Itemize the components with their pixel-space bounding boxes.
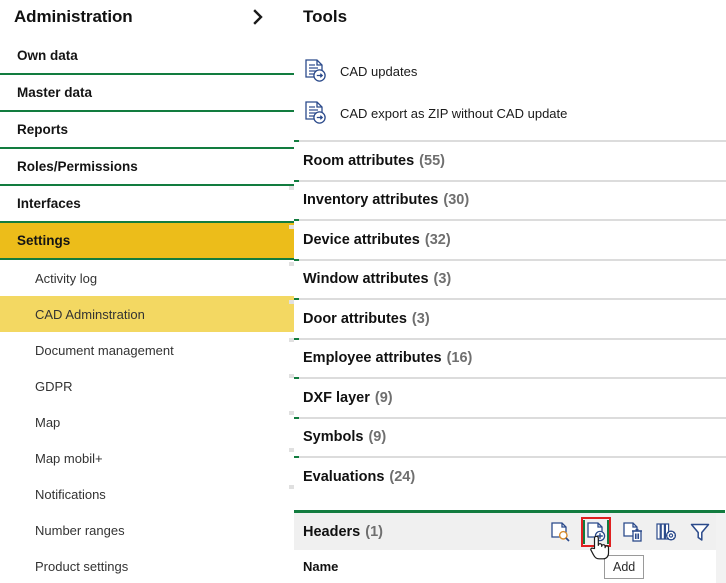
sidebar-item-label: Map mobil+ bbox=[35, 450, 103, 466]
attribute-label: Evaluations bbox=[303, 468, 385, 485]
headers-toolbar bbox=[547, 513, 725, 550]
attribute-row-window[interactable]: Window attributes (3) bbox=[294, 258, 726, 299]
column-header-name[interactable]: Name bbox=[303, 559, 338, 574]
page-title: Tools bbox=[303, 7, 348, 26]
tool-row-cad-updates[interactable]: CAD updates bbox=[294, 50, 726, 92]
document-export-icon bbox=[302, 100, 328, 126]
sidebar-item-settings[interactable]: Settings bbox=[0, 223, 294, 260]
attribute-label: Door attributes bbox=[303, 310, 407, 327]
application-window: Administration Own data Master data Repo… bbox=[0, 0, 726, 583]
sidebar-item-product-settings[interactable]: Product settings bbox=[0, 548, 294, 583]
attribute-row-inventory[interactable]: Inventory attributes (30) bbox=[294, 179, 726, 220]
sidebar-item-map[interactable]: Map bbox=[0, 404, 294, 440]
sidebar-item-number-ranges[interactable]: Number ranges bbox=[0, 512, 294, 548]
main-panel: Tools CAD updates CAD export as ZIP with… bbox=[294, 0, 726, 583]
attribute-row-room[interactable]: Room attributes (55) bbox=[294, 140, 726, 180]
sidebar-item-label: GDPR bbox=[35, 378, 73, 394]
attribute-row-evaluations[interactable]: Evaluations (24) bbox=[294, 456, 726, 496]
vertical-scrollbar[interactable] bbox=[716, 513, 726, 583]
attribute-row-employee[interactable]: Employee attributes (16) bbox=[294, 337, 726, 378]
sidebar-item-label: Reports bbox=[17, 122, 69, 137]
attribute-label: Symbols bbox=[303, 429, 364, 446]
sidebar-header: Administration bbox=[0, 0, 294, 34]
tools-list: CAD updates CAD export as ZIP without CA… bbox=[294, 34, 726, 134]
attributes-list: Room attributes (55) Inventory attribute… bbox=[294, 140, 726, 496]
sidebar-item-label: Own data bbox=[17, 48, 78, 63]
headers-section-bar: Headers (1) bbox=[294, 510, 725, 550]
sidebar-item-label: Activity log bbox=[35, 270, 98, 286]
sidebar-item-label: Document management bbox=[35, 342, 174, 358]
sidebar-item-activity-log[interactable]: Activity log bbox=[0, 260, 294, 296]
attribute-label: Device attributes bbox=[303, 231, 420, 248]
add-document-icon[interactable] bbox=[581, 516, 611, 547]
table-column-header-row: Name bbox=[294, 550, 725, 583]
sidebar: Administration Own data Master data Repo… bbox=[0, 0, 294, 583]
sidebar-item-label: Master data bbox=[17, 85, 93, 100]
attribute-label: Room attributes bbox=[303, 152, 415, 169]
attribute-row-door[interactable]: Door attributes (3) bbox=[294, 298, 726, 338]
sidebar-item-label: Notifications bbox=[35, 486, 106, 502]
sidebar-item-reports[interactable]: Reports bbox=[0, 112, 294, 149]
sidebar-item-roles-permissions[interactable]: Roles/Permissions bbox=[0, 149, 294, 186]
attribute-label: Inventory attributes bbox=[303, 192, 439, 209]
sidebar-item-label: Number ranges bbox=[35, 522, 125, 538]
sidebar-item-label: Settings bbox=[17, 233, 71, 248]
attribute-count: (16) bbox=[446, 350, 473, 367]
document-export-icon bbox=[302, 58, 328, 84]
filter-icon[interactable] bbox=[687, 519, 713, 545]
tool-label: CAD export as ZIP without CAD update bbox=[340, 105, 568, 121]
attribute-count: (9) bbox=[368, 429, 387, 446]
attribute-label: DXF layer bbox=[303, 389, 370, 406]
sidebar-title: Administration bbox=[14, 7, 133, 26]
main-header: Tools bbox=[294, 0, 726, 34]
sidebar-item-label: CAD Adminstration bbox=[35, 306, 145, 322]
attribute-row-device[interactable]: Device attributes (32) bbox=[294, 219, 726, 259]
sidebar-item-own-data[interactable]: Own data bbox=[0, 38, 294, 75]
attribute-count: (9) bbox=[374, 389, 393, 406]
attribute-count: (3) bbox=[433, 271, 452, 288]
sidebar-item-label: Interfaces bbox=[17, 196, 81, 211]
attribute-count: (24) bbox=[389, 468, 416, 485]
tool-row-cad-export-zip[interactable]: CAD export as ZIP without CAD update bbox=[294, 92, 726, 134]
chevron-right-icon[interactable] bbox=[250, 9, 266, 25]
attribute-count: (32) bbox=[424, 231, 451, 248]
attribute-row-symbols[interactable]: Symbols (9) bbox=[294, 416, 726, 457]
sidebar-item-document-management[interactable]: Document management bbox=[0, 332, 294, 368]
attribute-count: (55) bbox=[419, 152, 445, 169]
sidebar-item-label: Roles/Permissions bbox=[17, 159, 138, 174]
attribute-label: Window attributes bbox=[303, 271, 429, 288]
sidebar-item-interfaces[interactable]: Interfaces bbox=[0, 186, 294, 223]
tool-label: CAD updates bbox=[340, 63, 418, 79]
sidebar-item-gdpr[interactable]: GDPR bbox=[0, 368, 294, 404]
sidebar-item-cad-administration[interactable]: CAD Adminstration bbox=[0, 296, 294, 332]
sidebar-item-notifications[interactable]: Notifications bbox=[0, 476, 294, 512]
tooltip-add: Add bbox=[604, 555, 645, 579]
sidebar-item-label: Product settings bbox=[35, 558, 129, 574]
column-settings-icon[interactable] bbox=[653, 519, 679, 545]
view-document-icon[interactable] bbox=[547, 519, 573, 545]
sidebar-item-master-data[interactable]: Master data bbox=[0, 75, 294, 112]
tooltip-text: Add bbox=[613, 560, 636, 574]
headers-count: (1) bbox=[365, 523, 383, 540]
attribute-count: (3) bbox=[411, 310, 430, 327]
sidebar-item-label: Map bbox=[35, 414, 61, 430]
delete-document-icon[interactable] bbox=[619, 519, 645, 545]
headers-label: Headers bbox=[303, 523, 361, 540]
attribute-count: (30) bbox=[443, 192, 470, 209]
attribute-label: Employee attributes bbox=[303, 350, 442, 367]
sidebar-nav: Own data Master data Reports Roles/Permi… bbox=[0, 38, 294, 583]
sidebar-item-map-mobil-plus[interactable]: Map mobil+ bbox=[0, 440, 294, 476]
attribute-row-dxf-layer[interactable]: DXF layer (9) bbox=[294, 377, 726, 417]
